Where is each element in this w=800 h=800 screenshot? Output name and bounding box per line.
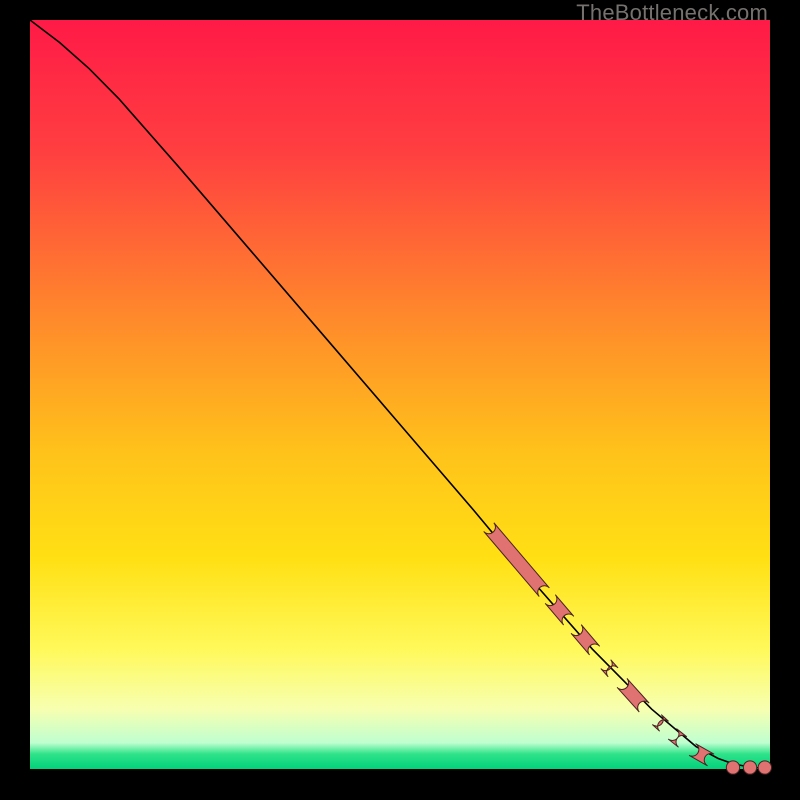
watermark-text: TheBottleneck.com — [576, 0, 768, 26]
marker-dot — [743, 761, 756, 774]
marker-dot — [726, 761, 739, 774]
bottleneck-curve — [30, 20, 770, 768]
marker-group — [484, 523, 772, 774]
plot-area — [30, 20, 770, 769]
marker-segment — [617, 678, 649, 712]
marker-segment — [601, 660, 618, 677]
chart-frame: TheBottleneck.com — [0, 0, 800, 800]
curve-layer — [30, 20, 770, 769]
marker-segment — [484, 523, 550, 597]
marker-dot — [758, 761, 771, 774]
